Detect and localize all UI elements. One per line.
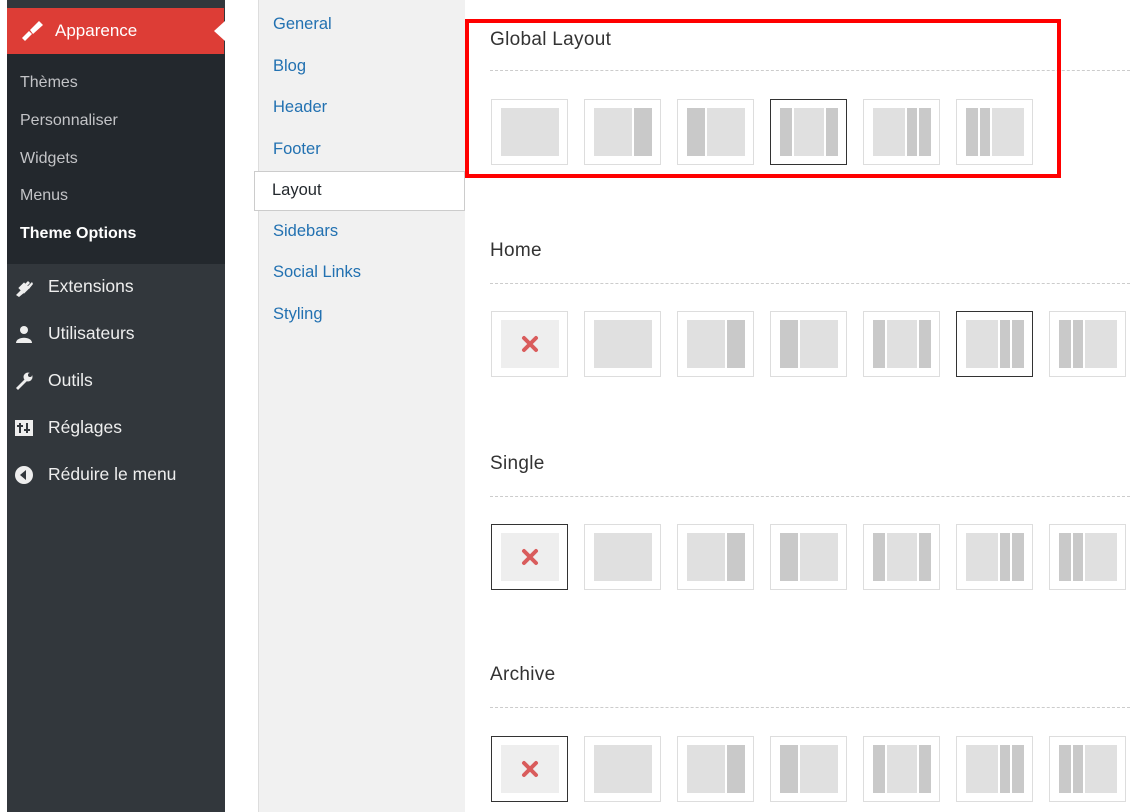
tab-sidebars[interactable]: Sidebars: [273, 222, 338, 241]
layout-thumbnail: [873, 533, 931, 581]
layout-option-content-sidebar[interactable]: [677, 524, 754, 590]
layout-option-content-sidebar-sidebar[interactable]: [956, 311, 1033, 377]
layout-thumbnail: [501, 320, 559, 368]
plug-icon: [16, 280, 33, 297]
layout-thumbnail: [687, 320, 745, 368]
layout-option-content-sidebar[interactable]: [677, 311, 754, 377]
menu-item-extensions[interactable]: Extensions: [14, 276, 134, 297]
menu-label-apparence: Apparence: [55, 21, 138, 40]
layout-thumbnail: [780, 745, 838, 793]
layout-option-sidebar-content-sidebar[interactable]: [770, 99, 847, 165]
submenu-item-theme-options[interactable]: Theme Options: [20, 225, 136, 243]
layout-thumbnail: [873, 320, 931, 368]
section-divider: [490, 707, 1130, 708]
layout-thumbnail: [1059, 533, 1117, 581]
layout-thumbnail: [780, 533, 838, 581]
current-menu-arrow: [214, 21, 225, 41]
layout-option-inherit[interactable]: [491, 524, 568, 590]
layout-option-sidebar-sidebar-content[interactable]: [1049, 736, 1126, 802]
section-divider: [490, 496, 1130, 497]
menu-item-outils[interactable]: Outils: [14, 370, 93, 391]
theme-options-tabs: General Blog Header Footer Sidebars Soci…: [258, 0, 465, 812]
tab-blog[interactable]: Blog: [273, 57, 306, 76]
paintbrush-icon: [22, 21, 43, 41]
layout-option-sidebar-content-sidebar[interactable]: [863, 736, 940, 802]
menu-item-apparence[interactable]: Apparence: [7, 8, 224, 54]
layout-thumbnail: [966, 533, 1024, 581]
layout-option-content-sidebar[interactable]: [677, 736, 754, 802]
menu-label-reduire: Réduire le menu: [48, 464, 177, 484]
tab-styling[interactable]: Styling: [273, 305, 323, 324]
submenu-item-menus[interactable]: Menus: [20, 187, 68, 205]
layout-thumbnail: [687, 108, 745, 156]
layout-thumbnail: [687, 533, 745, 581]
layout-option-content-sidebar-sidebar[interactable]: [863, 99, 940, 165]
layout-option-full-width[interactable]: [584, 311, 661, 377]
section-title-home: Home: [490, 240, 542, 261]
layout-thumbnail: [966, 745, 1024, 793]
layout-thumbnail: [594, 320, 652, 368]
layout-thumbnail: [873, 745, 931, 793]
settings-icon: [15, 419, 33, 436]
layout-option-sidebar-content-sidebar[interactable]: [863, 524, 940, 590]
layout-thumbnail: [501, 533, 559, 581]
layout-option-sidebar-content[interactable]: [770, 736, 847, 802]
layout-thumbnail: [780, 108, 838, 156]
submenu-item-widgets[interactable]: Widgets: [20, 150, 78, 168]
layout-option-content-sidebar-sidebar[interactable]: [956, 524, 1033, 590]
layout-thumbnail: [594, 533, 652, 581]
tab-header[interactable]: Header: [273, 98, 327, 117]
appearance-submenu: Thèmes Personnaliser Widgets Menus Theme…: [7, 54, 225, 264]
close-icon: [522, 761, 538, 777]
collapse-icon: [15, 465, 33, 484]
menu-label-outils: Outils: [48, 370, 93, 390]
menu-label-extensions: Extensions: [48, 276, 134, 296]
layout-option-inherit[interactable]: [491, 311, 568, 377]
tab-footer[interactable]: Footer: [273, 140, 321, 159]
layout-thumbnail: [1059, 745, 1117, 793]
menu-item-reduire[interactable]: Réduire le menu: [14, 464, 176, 485]
tab-general[interactable]: General: [273, 15, 332, 34]
menu-item-utilisateurs[interactable]: Utilisateurs: [14, 323, 135, 344]
submenu-item-personnaliser[interactable]: Personnaliser: [20, 112, 118, 130]
layout-thumbnail: [501, 108, 559, 156]
layout-thumbnail: [501, 745, 559, 793]
layout-option-full-width[interactable]: [584, 524, 661, 590]
layout-thumbnail: [966, 320, 1024, 368]
layout-option-sidebar-content-sidebar[interactable]: [863, 311, 940, 377]
section-divider: [490, 283, 1130, 284]
layout-thumbnail: [1059, 320, 1117, 368]
layout-option-sidebar-sidebar-content[interactable]: [956, 99, 1033, 165]
tab-layout[interactable]: Layout: [254, 171, 465, 211]
layout-option-content-sidebar-sidebar[interactable]: [956, 736, 1033, 802]
layout-thumbnail: [594, 745, 652, 793]
menu-label-utilisateurs: Utilisateurs: [48, 323, 135, 343]
layout-option-inherit[interactable]: [491, 736, 568, 802]
wrench-icon: [16, 372, 33, 390]
layout-thumbnail: [594, 108, 652, 156]
layout-option-sidebar-content[interactable]: [677, 99, 754, 165]
layout-option-full-width[interactable]: [491, 99, 568, 165]
layout-thumbnail: [873, 108, 931, 156]
layout-option-sidebar-content[interactable]: [770, 524, 847, 590]
close-icon: [522, 336, 538, 352]
layout-thumbnail: [966, 108, 1024, 156]
layout-option-full-width[interactable]: [584, 736, 661, 802]
layout-option-sidebar-content[interactable]: [770, 311, 847, 377]
submenu-item-themes[interactable]: Thèmes: [20, 74, 78, 92]
close-icon: [522, 549, 538, 565]
section-title-archive: Archive: [490, 664, 556, 685]
layout-thumbnail: [780, 320, 838, 368]
tab-layout-label: Layout: [272, 181, 322, 199]
menu-item-reglages[interactable]: Réglages: [14, 417, 122, 438]
user-icon: [16, 325, 32, 343]
layout-option-content-sidebar[interactable]: [584, 99, 661, 165]
layout-option-sidebar-sidebar-content[interactable]: [1049, 524, 1126, 590]
layout-option-sidebar-sidebar-content[interactable]: [1049, 311, 1126, 377]
tab-social-links[interactable]: Social Links: [273, 263, 361, 282]
menu-label-reglages: Réglages: [48, 417, 122, 437]
section-title-single: Single: [490, 453, 545, 474]
layout-thumbnail: [687, 745, 745, 793]
